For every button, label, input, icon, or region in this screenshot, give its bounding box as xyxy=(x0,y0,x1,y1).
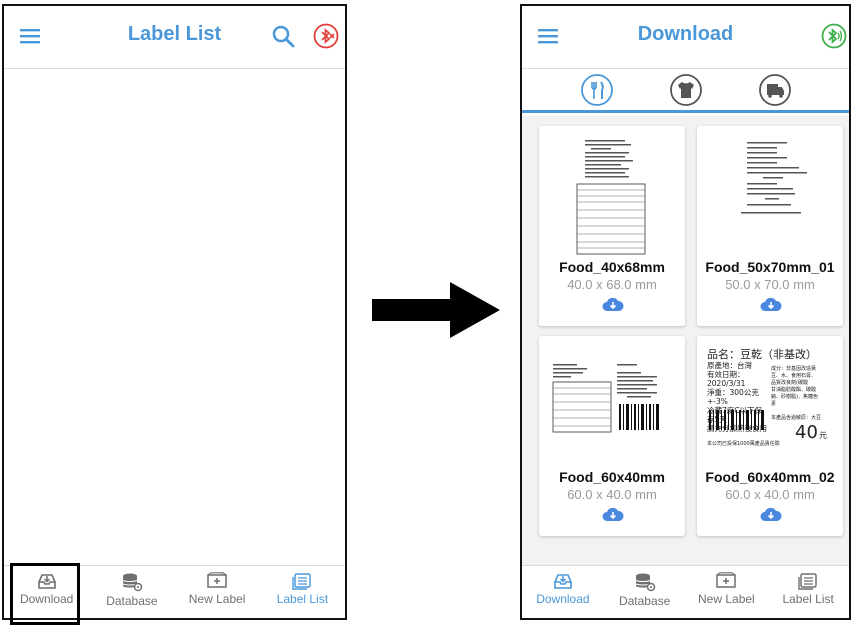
preview-text: 本公司已投保1000萬產品責任險 xyxy=(707,441,780,447)
preview-text: 豆、水、食用石膏、 xyxy=(771,373,817,379)
cloud-download-icon[interactable] xyxy=(602,506,624,527)
template-card[interactable]: 品名：豆乾（非基改） 原產地：台灣 有效日期：2020/3/31 淨重：300公… xyxy=(697,336,843,536)
truck-package-icon xyxy=(758,73,791,106)
arrow-right-icon xyxy=(372,282,500,343)
database-icon xyxy=(635,573,655,592)
tshirt-icon xyxy=(669,73,702,106)
label-preview-thumbnail xyxy=(576,140,646,255)
download-screen: Download Food_40x68mm 40.0 x 68.0 mm Foo… xyxy=(520,4,851,620)
cloud-download-icon[interactable] xyxy=(760,506,782,527)
preview-text: 淨重：300公克+-3% xyxy=(707,388,759,406)
cloud-download-icon[interactable] xyxy=(760,296,782,317)
preview-text: 成分：非基因改造黃 xyxy=(771,366,817,372)
label-preview-thumbnail xyxy=(552,364,659,433)
template-grid: Food_40x68mm 40.0 x 68.0 mm Food_50x70mm… xyxy=(522,116,849,565)
template-size: 60.0 x 40.0 mm xyxy=(567,487,657,502)
label-list-icon xyxy=(798,573,817,590)
barcode-icon xyxy=(709,410,764,430)
bluetooth-off-icon[interactable] xyxy=(311,21,341,51)
nav-label: Label List xyxy=(276,592,329,606)
new-label-icon xyxy=(207,572,227,588)
preview-text: 素 xyxy=(771,401,777,407)
template-name: Food_50x70mm_01 xyxy=(705,259,835,275)
top-app-bar: Download xyxy=(522,6,849,69)
label-list-icon xyxy=(292,573,312,590)
label-preview-thumbnail: 品名：豆乾（非基改） 原產地：台灣 有效日期：2020/3/31 淨重：300公… xyxy=(705,344,835,468)
utensils-icon xyxy=(580,73,613,106)
page-title: Download xyxy=(637,23,734,45)
template-name: Food_60x40mm_02 xyxy=(705,469,835,485)
tab-food[interactable] xyxy=(580,73,613,106)
category-tabs xyxy=(522,69,849,113)
label-list-screen: Label List Download Database New Label L… xyxy=(2,4,347,620)
nav-label: Download xyxy=(536,592,590,606)
nav-download[interactable]: Download xyxy=(522,566,604,618)
tab-clothing[interactable] xyxy=(669,73,702,106)
template-name: Food_60x40mm xyxy=(559,469,665,485)
nav-label: Label List xyxy=(782,592,834,606)
top-app-bar: Label List xyxy=(4,6,345,69)
preview-text: 鈉、矽樹脂)、焦糖色 xyxy=(771,394,818,400)
preview-price-unit: 元 xyxy=(819,431,827,440)
nav-label-list[interactable]: Label List xyxy=(260,566,345,618)
nav-database[interactable]: Database xyxy=(89,566,174,618)
bluetooth-connected-icon[interactable] xyxy=(819,21,849,51)
search-icon[interactable] xyxy=(269,22,297,50)
database-icon xyxy=(122,573,143,592)
nav-label: New Label xyxy=(188,592,246,606)
download-tray-icon xyxy=(553,574,573,589)
cloud-download-icon[interactable] xyxy=(602,296,624,317)
template-size: 40.0 x 68.0 mm xyxy=(567,277,657,292)
preview-text: 品質改良劑(碳酸 xyxy=(771,380,808,386)
nav-label: Database xyxy=(618,594,671,608)
preview-price: 40 xyxy=(795,422,818,443)
preview-text: 品名：豆乾（非基改） xyxy=(707,348,817,361)
label-preview-thumbnail xyxy=(741,142,807,214)
template-card[interactable]: Food_50x70mm_01 50.0 x 70.0 mm xyxy=(697,126,843,326)
template-size: 50.0 x 70.0 mm xyxy=(725,277,815,292)
nav-label-list[interactable]: Label List xyxy=(767,566,849,618)
template-size: 60.0 x 40.0 mm xyxy=(725,487,815,502)
nav-label: Database xyxy=(106,594,158,608)
template-name: Food_40x68mm xyxy=(559,259,665,275)
preview-text: 甘油脂肪酸酯、碳酸 xyxy=(771,387,817,393)
new-label-icon xyxy=(716,572,737,588)
nav-new-label[interactable]: New Label xyxy=(175,566,260,618)
preview-text: 原產地：台灣 xyxy=(707,361,752,370)
tab-logistics[interactable] xyxy=(758,73,791,106)
highlight-box xyxy=(10,563,80,625)
preview-text: 本產品含過敏原：大豆 xyxy=(771,415,822,421)
template-card[interactable]: Food_40x68mm 40.0 x 68.0 mm xyxy=(539,126,685,326)
template-card[interactable]: Food_60x40mm 60.0 x 40.0 mm xyxy=(539,336,685,536)
nav-new-label[interactable]: New Label xyxy=(686,566,768,618)
bottom-navigation: Download Database New Label Label List xyxy=(522,565,849,618)
preview-text: 有效日期：2020/3/31 xyxy=(707,370,746,388)
nav-label: New Label xyxy=(698,592,755,606)
nav-database[interactable]: Database xyxy=(604,566,686,618)
